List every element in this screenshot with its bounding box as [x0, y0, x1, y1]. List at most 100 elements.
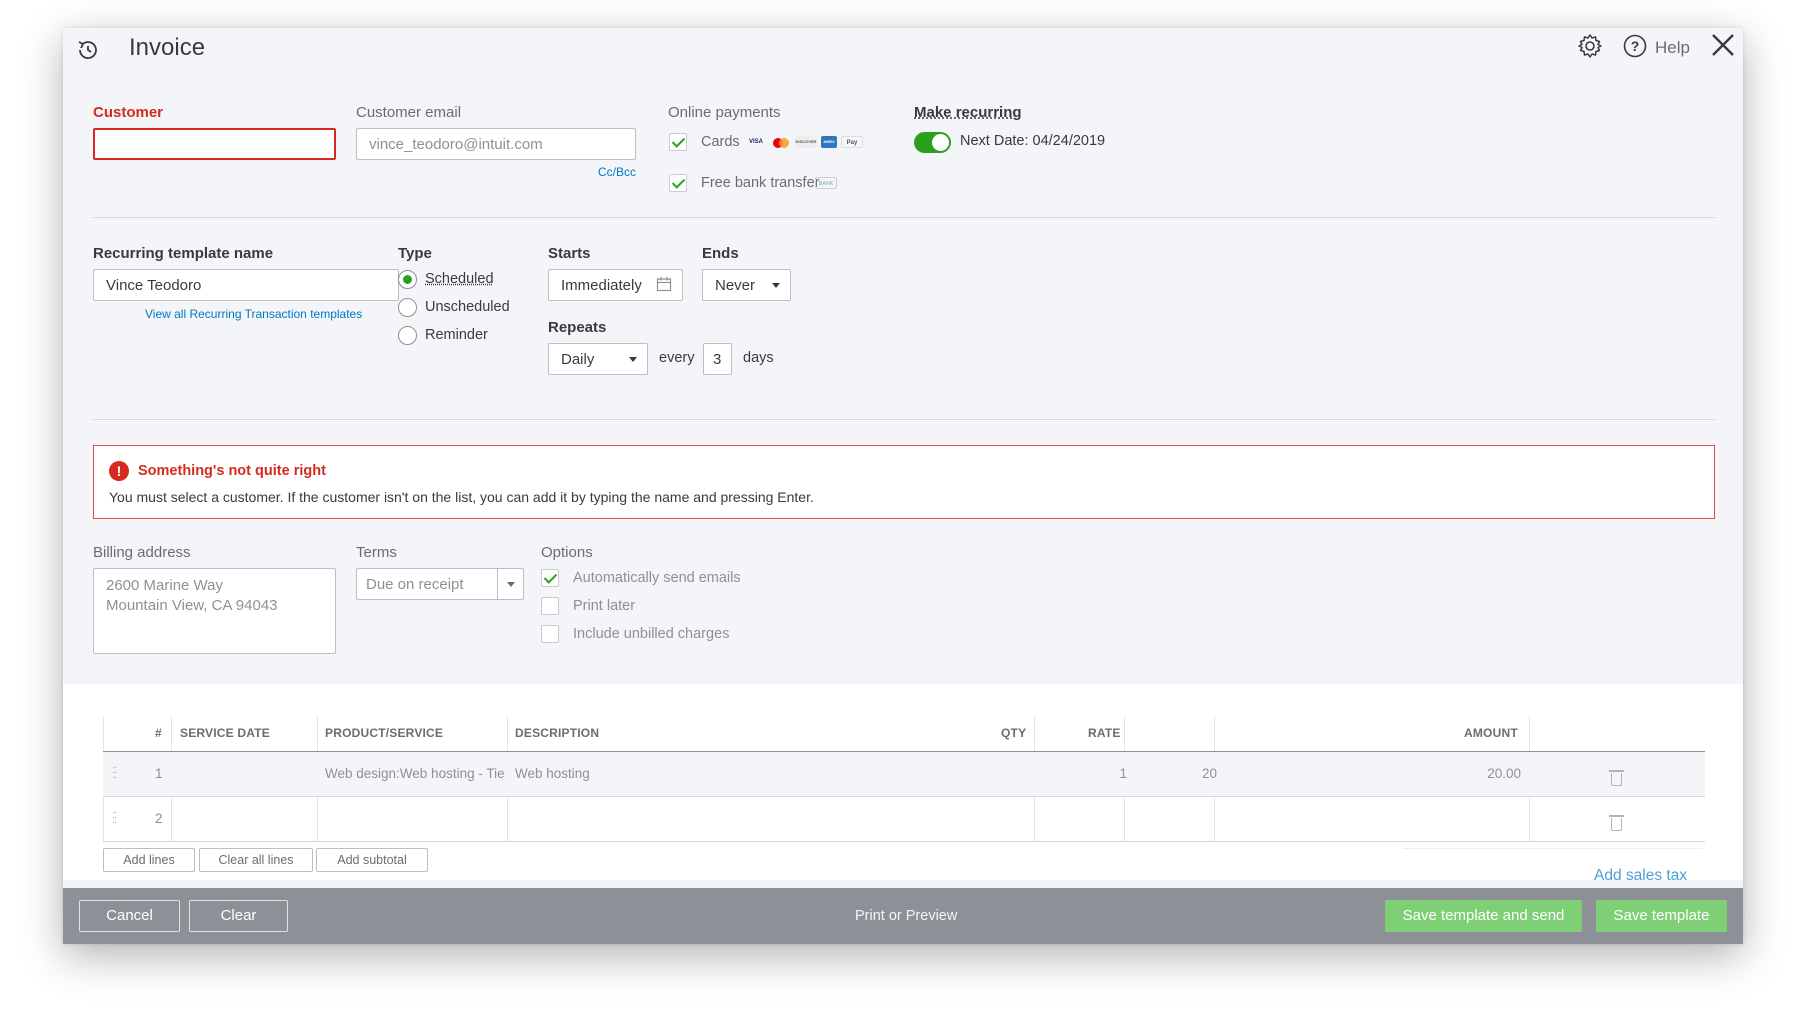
- add-subtotal-button[interactable]: Add subtotal: [316, 848, 428, 872]
- print-later-label: Print later: [573, 598, 636, 614]
- ends-label: Ends: [702, 245, 739, 262]
- make-recurring-label: Make recurring: [914, 104, 1022, 121]
- customer-label: Customer: [93, 104, 164, 121]
- bank-transfer-label: Free bank transfer: [701, 175, 820, 191]
- interval-input[interactable]: 3: [703, 343, 732, 375]
- every-label: every: [659, 350, 695, 366]
- repeats-label: Repeats: [548, 319, 607, 336]
- starts-value: Immediately: [561, 277, 642, 294]
- add-lines-button[interactable]: Add lines: [103, 848, 195, 872]
- delete-row-2-icon[interactable]: [1609, 815, 1624, 831]
- row-1-description[interactable]: Web hosting: [515, 766, 1025, 781]
- options-label: Options: [541, 544, 593, 561]
- bank-icon: BANK: [815, 177, 837, 189]
- include-unbilled-checkbox[interactable]: [541, 625, 559, 643]
- help-link[interactable]: Help: [1655, 38, 1690, 58]
- line-items-section: # SERVICE DATE PRODUCT/SERVICE DESCRIPTI…: [63, 684, 1743, 884]
- col-header-num: #: [155, 726, 162, 740]
- gear-icon[interactable]: [1577, 33, 1603, 59]
- footer-bar: Cancel Clear Print or Preview Save templ…: [63, 888, 1743, 944]
- type-unscheduled-radio[interactable]: [398, 298, 417, 317]
- row-1-num: 1: [155, 766, 163, 781]
- delete-row-1-icon[interactable]: [1609, 770, 1624, 786]
- mastercard-icon: [771, 136, 791, 148]
- row-line: [103, 841, 1705, 842]
- svg-text:?: ?: [1631, 38, 1640, 54]
- repeats-dropdown-icon: [629, 357, 637, 362]
- row-1-rate[interactable]: 20: [1133, 766, 1217, 781]
- drag-handle-icon[interactable]: ::::: [112, 810, 117, 826]
- row-1-amount[interactable]: 20.00: [1223, 766, 1521, 781]
- discover-icon: DISCOVER: [795, 136, 817, 148]
- days-label: days: [743, 350, 774, 366]
- col-header-amount: AMOUNT: [1464, 726, 1518, 740]
- type-scheduled-radio[interactable]: [398, 270, 417, 289]
- top-divider: [93, 217, 1715, 218]
- type-unscheduled-label: Unscheduled: [425, 299, 510, 315]
- cancel-button[interactable]: Cancel: [79, 900, 180, 932]
- clear-all-lines-button[interactable]: Clear all lines: [199, 848, 313, 872]
- billing-address-input[interactable]: 2600 Marine Way Mountain View, CA 94043: [93, 568, 336, 654]
- apple-pay-icon: Pay: [841, 136, 863, 148]
- auto-send-emails-checkbox[interactable]: [541, 569, 559, 587]
- cards-checkbox[interactable]: [669, 133, 687, 151]
- type-reminder-label: Reminder: [425, 327, 488, 343]
- recent-transactions-icon[interactable]: [75, 37, 101, 63]
- save-template-and-send-button[interactable]: Save template and send: [1385, 900, 1582, 932]
- type-scheduled-label: Scheduled: [425, 271, 494, 287]
- row-1-product[interactable]: Web design:Web hosting - Tier 1: [325, 766, 505, 781]
- totals-line: [1403, 848, 1703, 849]
- add-sales-tax-link[interactable]: Add sales tax: [1594, 867, 1687, 885]
- error-icon: !: [109, 461, 129, 481]
- next-date-text: Next Date: 04/24/2019: [960, 133, 1106, 149]
- col-header-service-date: SERVICE DATE: [180, 726, 270, 740]
- row-line: [103, 796, 1705, 797]
- bank-transfer-checkbox[interactable]: [669, 174, 687, 192]
- calendar-icon[interactable]: [656, 276, 672, 292]
- ends-dropdown-icon: [772, 283, 780, 288]
- row-1-qty[interactable]: 1: [1043, 766, 1127, 781]
- terms-value: Due on receipt: [366, 576, 464, 593]
- error-title: Something's not quite right: [138, 463, 326, 479]
- template-name-input[interactable]: Vince Teodoro: [93, 269, 399, 301]
- col-header-description: DESCRIPTION: [515, 726, 600, 740]
- view-all-templates-link[interactable]: View all Recurring Transaction templates: [145, 307, 362, 321]
- error-message: You must select a customer. If the custo…: [109, 489, 814, 505]
- col-header-rate: RATE: [1088, 726, 1121, 740]
- make-recurring-toggle[interactable]: [914, 132, 951, 153]
- terms-dropdown-icon: [507, 582, 515, 587]
- close-icon[interactable]: [1711, 33, 1735, 57]
- save-template-button[interactable]: Save template: [1596, 900, 1727, 932]
- billing-line-1: 2600 Marine Way: [106, 577, 223, 594]
- error-banner: ! Something's not quite right You must s…: [93, 445, 1715, 519]
- terms-label: Terms: [356, 544, 397, 561]
- print-later-checkbox[interactable]: [541, 597, 559, 615]
- customer-email-label: Customer email: [356, 104, 462, 121]
- billing-address-label: Billing address: [93, 544, 191, 561]
- type-label: Type: [398, 245, 432, 262]
- terms-dropdown-divider: [497, 569, 498, 599]
- online-payments-label: Online payments: [668, 104, 781, 121]
- customer-input[interactable]: [93, 128, 336, 160]
- col-header-qty: QTY: [1001, 726, 1027, 740]
- mid-divider: [93, 419, 1715, 420]
- invoice-window: Invoice ? Help Customer Customer email v…: [63, 28, 1743, 944]
- clear-button[interactable]: Clear: [189, 900, 288, 932]
- visa-icon: VISA: [748, 139, 763, 145]
- type-reminder-radio[interactable]: [398, 326, 417, 345]
- customer-email-input[interactable]: vince_teodoro@intuit.com: [356, 128, 636, 160]
- terms-select[interactable]: Due on receipt: [356, 568, 524, 600]
- amex-icon: AMEX: [821, 136, 837, 148]
- cc-bcc-link[interactable]: Cc/Bcc: [598, 165, 636, 179]
- drag-handle-icon[interactable]: ::::: [112, 765, 117, 781]
- page-title: Invoice: [129, 34, 206, 61]
- include-unbilled-label: Include unbilled charges: [573, 626, 730, 642]
- print-preview-link[interactable]: Print or Preview: [855, 908, 957, 924]
- ends-value: Never: [715, 277, 756, 294]
- cards-label: Cards: [701, 134, 740, 150]
- help-icon[interactable]: ?: [1623, 34, 1647, 58]
- row-2-num: 2: [155, 811, 163, 826]
- auto-send-emails-label: Automatically send emails: [573, 570, 741, 586]
- billing-line-2: Mountain View, CA 94043: [106, 597, 278, 614]
- repeats-value: Daily: [561, 351, 595, 368]
